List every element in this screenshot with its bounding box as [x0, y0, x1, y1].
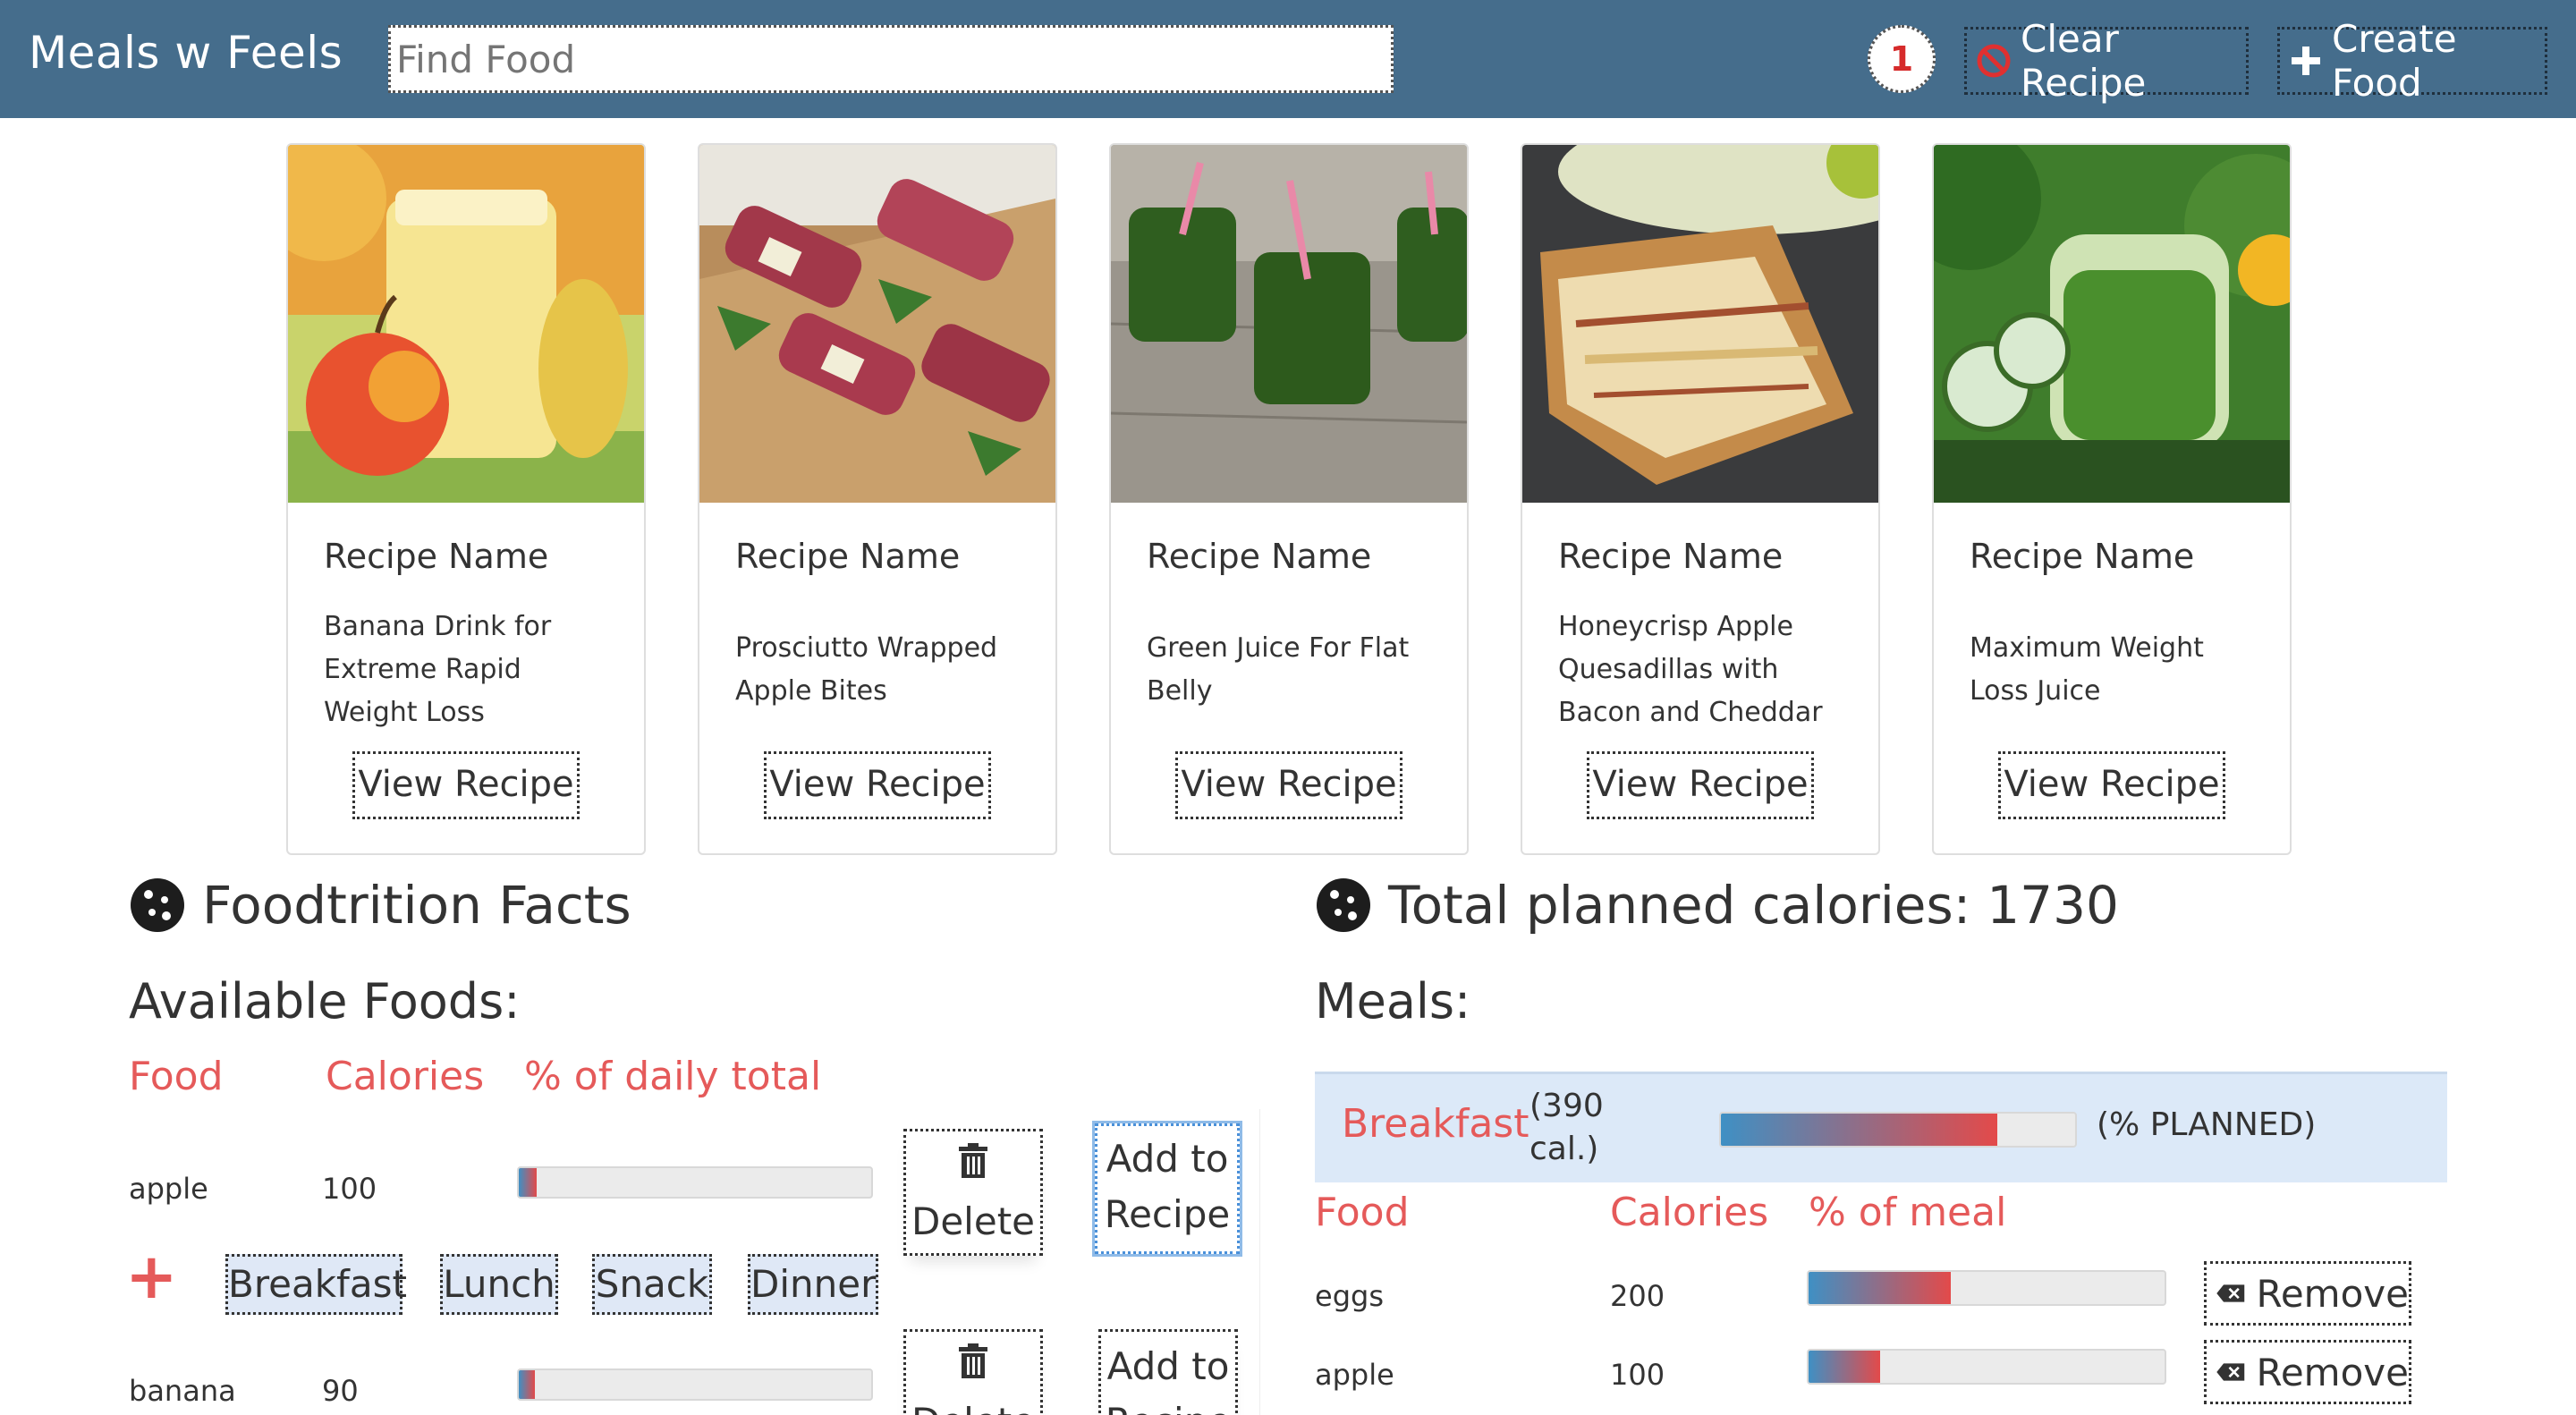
delete-label: Delete [906, 1394, 1040, 1415]
recipe-name: Honeycrisp Apple Quesadillas with Bacon … [1558, 611, 1823, 728]
meal-button-breakfast[interactable]: Breakfast [225, 1254, 407, 1315]
meal-food-calories: 200 [1610, 1279, 1665, 1313]
add-to-label: Add to [1106, 1344, 1230, 1388]
meal-food-name: eggs [1315, 1279, 1384, 1313]
meal-pct-bar [1807, 1349, 2166, 1385]
meal-row-breakfast[interactable]: Breakfast (390 cal.) (% PLANNED) [1315, 1072, 2447, 1182]
recipe-image-banana-drink [288, 145, 644, 503]
meal-pct-fill [1809, 1272, 1952, 1304]
cookie-icon [1317, 878, 1370, 932]
add-to-recipe-button[interactable]: Add to Recipe [1098, 1329, 1238, 1415]
col-meal-food: Food [1315, 1190, 1410, 1235]
recipe-card: Recipe Name Maximum Weight Loss Juice Vi… [1932, 143, 2292, 855]
recipe-image-prosciutto [699, 145, 1055, 503]
planned-label: Total planned calories: [1388, 875, 1971, 936]
recipe-card: Recipe Name Prosciutto Wrapped Apple Bit… [698, 143, 1057, 855]
meal-button-snack[interactable]: Snack [592, 1254, 712, 1315]
recipe-name: Banana Drink for Extreme Rapid Weight Lo… [324, 611, 552, 728]
col-daily-pct: % of daily total [524, 1054, 822, 1099]
view-recipe-button[interactable]: View Recipe [1998, 751, 2225, 819]
find-food-input[interactable] [388, 25, 1394, 93]
recipe-count-badge[interactable]: 1 [1868, 25, 1936, 93]
backspace-x-icon [2216, 1363, 2245, 1381]
add-to-meal-icon[interactable]: + [125, 1240, 178, 1313]
create-food-button[interactable]: Create Food [2277, 17, 2547, 105]
add-to-recipe-button[interactable]: Add to Recipe [1095, 1123, 1240, 1254]
recipe-card: Recipe Name Banana Drink for Extreme Rap… [286, 143, 646, 855]
remove-label: Remove [2256, 1271, 2409, 1316]
recipe-name: Prosciutto Wrapped Apple Bites [735, 632, 998, 707]
create-food-label: Create Food [2332, 17, 2457, 105]
view-recipe-button[interactable]: View Recipe [764, 751, 991, 819]
view-recipe-button[interactable]: View Recipe [1587, 751, 1814, 819]
clear-recipe-button[interactable]: Clear Recipe [1964, 17, 2249, 105]
brand-logo[interactable]: Meals w Feels [29, 27, 343, 79]
food-name: banana [129, 1374, 236, 1408]
daily-pct-bar [517, 1368, 873, 1401]
recipe-name: Green Juice For Flat Belly [1147, 632, 1410, 707]
recipe-image-weight-loss-juice [1934, 145, 2290, 503]
meal-planned-bar [1719, 1112, 2077, 1148]
cookie-icon [131, 878, 184, 932]
recipe-label: Recipe [1101, 1394, 1235, 1415]
available-foods-heading: Available Foods: [129, 973, 521, 1029]
remove-food-button[interactable]: Remove [2204, 1261, 2411, 1326]
recipe-title: Recipe Name [1558, 537, 1784, 576]
recipe-label: Recipe [1104, 1192, 1231, 1236]
remove-food-button[interactable]: Remove [2204, 1340, 2411, 1404]
recipe-name: Maximum Weight Loss Juice [1970, 632, 2204, 707]
food-calories: 100 [322, 1172, 377, 1206]
col-food: Food [129, 1054, 224, 1099]
top-navbar: Meals w Feels 1 Clear Recipe Create Food [0, 0, 2576, 118]
no-entry-icon [1977, 44, 2011, 78]
meal-pct-bar [1807, 1270, 2166, 1306]
recipe-card: Recipe Name Green Juice For Flat Belly V… [1109, 143, 1469, 855]
meal-calories: (390 cal.) [1530, 1088, 1604, 1167]
view-recipe-button[interactable]: View Recipe [352, 751, 580, 819]
col-meal-pct: % of meal [1809, 1190, 2007, 1235]
add-to-label: Add to [1106, 1137, 1229, 1181]
foodtrition-heading: Foodtrition Facts [129, 875, 631, 936]
recipe-title: Recipe Name [1147, 537, 1372, 576]
planned-label: (% PLANNED) [2097, 1106, 2317, 1143]
meal-planned-fill [1721, 1114, 1997, 1146]
meal-button-dinner[interactable]: Dinner [748, 1254, 878, 1315]
food-name: apple [129, 1172, 208, 1206]
delete-food-button[interactable]: Delete [903, 1129, 1043, 1256]
view-recipe-button[interactable]: View Recipe [1175, 751, 1402, 819]
recipe-title: Recipe Name [324, 537, 549, 576]
clear-recipe-label: Clear Recipe [2021, 17, 2147, 105]
trash-icon [959, 1143, 987, 1178]
col-meal-calories: Calories [1610, 1190, 1769, 1235]
daily-pct-bar [517, 1166, 873, 1199]
meal-button-lunch[interactable]: Lunch [440, 1254, 558, 1315]
trash-icon [959, 1343, 987, 1378]
recipe-title: Recipe Name [735, 537, 961, 576]
planned-heading: Total planned calories: 1730 [1315, 875, 2119, 936]
meal-pct-fill [1809, 1351, 1880, 1383]
recipe-image-green-juice [1111, 145, 1467, 503]
daily-pct-fill [519, 1168, 537, 1197]
meal-name: Breakfast [1342, 1101, 1530, 1147]
plus-icon [2292, 47, 2320, 75]
column-divider [1259, 1109, 1260, 1415]
daily-pct-fill [519, 1370, 535, 1399]
food-calories: 90 [322, 1374, 359, 1408]
delete-label: Delete [911, 1199, 1035, 1243]
backspace-x-icon [2216, 1284, 2245, 1302]
meal-food-calories: 100 [1610, 1358, 1665, 1392]
recipe-title: Recipe Name [1970, 537, 2195, 576]
meals-heading: Meals: [1315, 973, 1471, 1029]
delete-food-button[interactable]: Delete [903, 1329, 1043, 1415]
recipe-card: Recipe Name Honeycrisp Apple Quesadillas… [1521, 143, 1880, 855]
recipe-image-quesadillas [1522, 145, 1878, 503]
col-calories: Calories [326, 1054, 485, 1099]
meal-food-name: apple [1315, 1358, 1394, 1392]
foodtrition-title: Foodtrition Facts [202, 875, 631, 936]
planned-total: 1730 [1987, 875, 2119, 936]
remove-label: Remove [2256, 1350, 2409, 1394]
